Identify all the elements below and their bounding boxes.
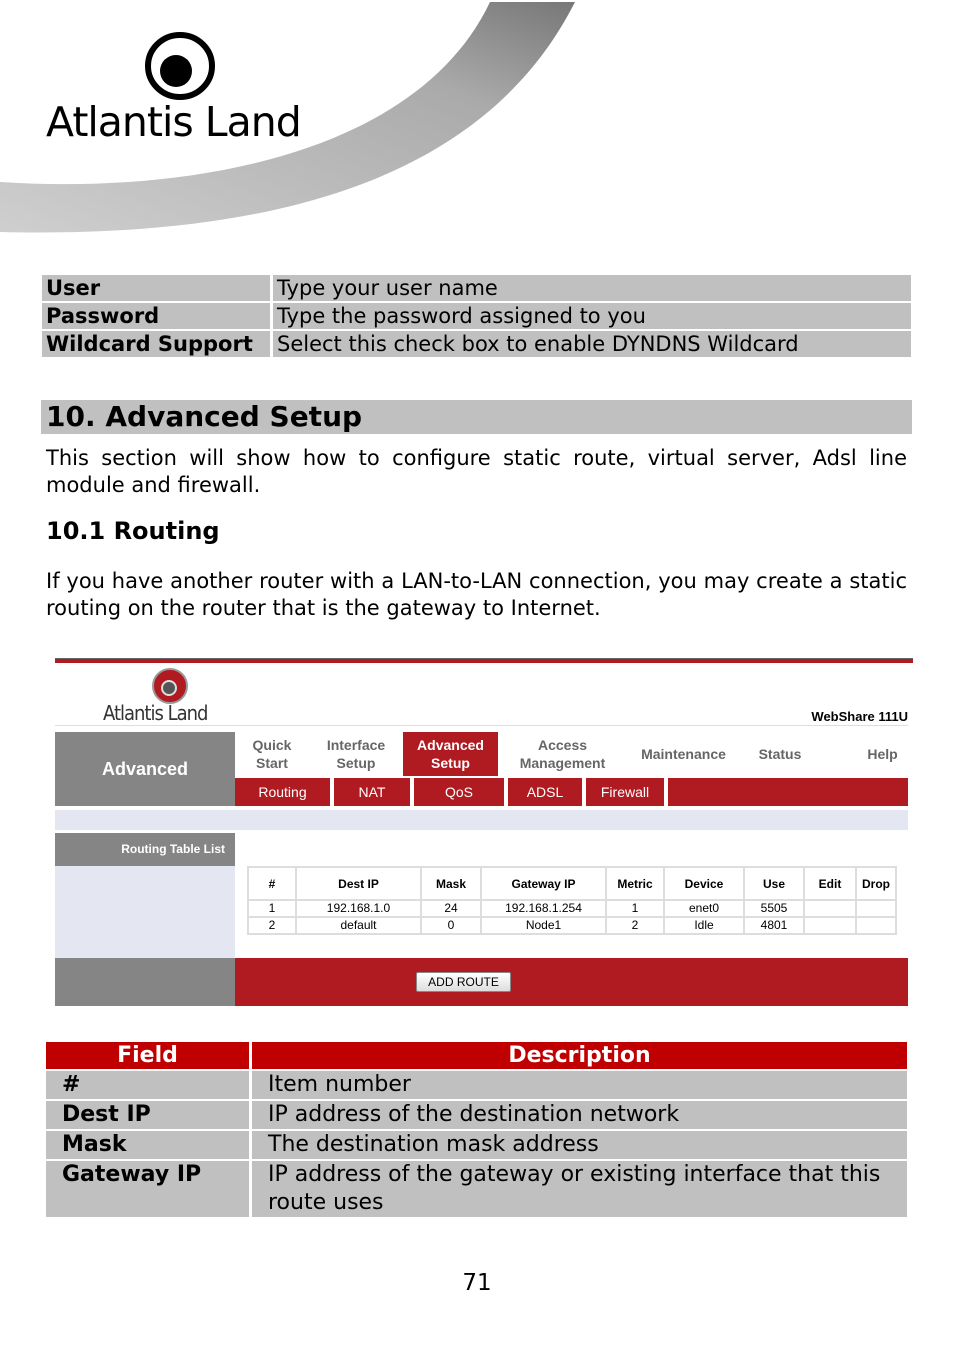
col-header: Dest IP	[297, 868, 420, 899]
left-column	[55, 866, 235, 958]
description-cell: The destination mask address	[252, 1131, 907, 1159]
cell: enet0	[665, 901, 743, 916]
model-name: WebShare 111U	[811, 709, 908, 724]
submenu-firewall[interactable]: Firewall	[586, 778, 668, 806]
atlantis-logo-icon	[145, 32, 215, 100]
col-header: Gateway IP	[482, 868, 605, 899]
routing-table: # Dest IP Mask Gateway IP Metric Device …	[247, 866, 897, 935]
cell: 0	[422, 918, 480, 933]
menu-interface-setup[interactable]: Interface Setup	[317, 732, 395, 776]
col-header: Use	[745, 868, 803, 899]
edit-cell[interactable]	[805, 918, 855, 933]
cell: 192.168.1.254	[482, 901, 605, 916]
col-header: Mask	[422, 868, 480, 899]
field-cell: #	[46, 1071, 252, 1099]
table-header-row: Field Description	[46, 1042, 907, 1069]
table-row: Dest IP IP address of the destination net…	[46, 1101, 907, 1129]
menu-status[interactable]: Status	[750, 732, 810, 776]
cell: 24	[422, 901, 480, 916]
table-header-row: # Dest IP Mask Gateway IP Metric Device …	[249, 868, 895, 899]
section-title: 10. Advanced Setup	[41, 400, 912, 434]
col-header: Field	[46, 1042, 252, 1069]
cell: 2	[249, 918, 295, 933]
routing-table-label: Routing Table List	[55, 833, 235, 866]
table-row: Mask The destination mask address	[46, 1131, 907, 1159]
field-cell: Wildcard Support	[42, 331, 273, 357]
description-cell: IP address of the destination network	[252, 1101, 907, 1129]
submenu-qos[interactable]: QoS	[414, 778, 508, 806]
router-screenshot: Atlantis Land WebShare 111U Advanced Qui…	[55, 658, 913, 1006]
menu-advanced-setup[interactable]: Advanced Setup	[403, 732, 498, 776]
table-row: 1 192.168.1.0 24 192.168.1.254 1 enet0 5…	[249, 901, 895, 916]
subsection-title: 10.1 Routing	[46, 517, 220, 545]
field-cell: Dest IP	[46, 1101, 252, 1129]
add-route-button[interactable]: ADD ROUTE	[416, 972, 511, 992]
subsection-intro: If you have another router with a LAN-to…	[46, 569, 907, 620]
cell: Idle	[665, 918, 743, 933]
cell: Node1	[482, 918, 605, 933]
left-nav-title: Advanced	[55, 732, 235, 806]
table-row: User Type your user name	[42, 275, 911, 301]
description-cell: Type the password assigned to you	[273, 303, 911, 329]
spacer-band	[55, 810, 908, 830]
menu-access-management[interactable]: Access Management	[510, 732, 615, 776]
section-intro: This section will show how to configure …	[46, 446, 907, 497]
col-header: Metric	[607, 868, 663, 899]
field-description-table: Field Description # Item number Dest IP IP …	[46, 1040, 907, 1219]
cell: 2	[607, 918, 663, 933]
submenu-adsl[interactable]: ADSL	[508, 778, 586, 806]
table-row: Wildcard Support Select this check box to…	[42, 331, 911, 357]
description-cell: Item number	[252, 1071, 907, 1099]
col-header: Device	[665, 868, 743, 899]
cell: 5505	[745, 901, 803, 916]
col-header: #	[249, 868, 295, 899]
field-cell: Gateway IP	[46, 1161, 252, 1217]
edit-cell[interactable]	[805, 901, 855, 916]
router-logo-icon	[152, 668, 188, 704]
settings-table: User Type your user name Password Type the…	[42, 273, 911, 359]
footer-left	[55, 958, 235, 1006]
field-cell: Mask	[46, 1131, 252, 1159]
router-brand: Atlantis Land	[103, 701, 208, 725]
description-cell: Select this check box to enable DYNDNS W…	[273, 331, 911, 357]
submenu-routing[interactable]: Routing	[235, 778, 334, 806]
col-header: Drop	[857, 868, 895, 899]
col-header: Description	[252, 1042, 907, 1069]
page-number: 71	[462, 1270, 492, 1296]
table-row: # Item number	[46, 1071, 907, 1099]
logo-text: Atlantis Land	[46, 98, 302, 146]
cell: 4801	[745, 918, 803, 933]
cell: 1	[249, 901, 295, 916]
cell: 192.168.1.0	[297, 901, 420, 916]
description-cell: Type your user name	[273, 275, 911, 301]
footer-bar	[235, 958, 908, 1006]
field-cell: Password	[42, 303, 273, 329]
field-cell: User	[42, 275, 273, 301]
top-bar	[55, 658, 913, 663]
col-header: Edit	[805, 868, 855, 899]
menu-help[interactable]: Help	[855, 732, 910, 776]
cell: default	[297, 918, 420, 933]
menu-maintenance[interactable]: Maintenance	[631, 732, 736, 776]
cell: 1	[607, 901, 663, 916]
table-row: 2 default 0 Node1 2 Idle 4801	[249, 918, 895, 933]
drop-cell[interactable]	[857, 918, 895, 933]
description-cell: IP address of the gateway or existing in…	[252, 1161, 907, 1217]
menu-quick-start[interactable]: Quick Start	[241, 732, 303, 776]
submenu-nat[interactable]: NAT	[334, 778, 414, 806]
divider	[55, 725, 908, 726]
table-row: Gateway IP IP address of the gateway or e…	[46, 1161, 907, 1217]
table-row: Password Type the password assigned to yo…	[42, 303, 911, 329]
drop-cell[interactable]	[857, 901, 895, 916]
